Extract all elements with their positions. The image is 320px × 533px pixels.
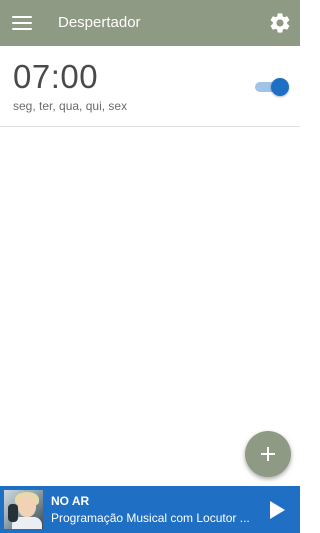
alarm-days: seg, ter, qua, qui, sex — [13, 99, 128, 113]
alarm-item[interactable]: 07:00 seg, ter, qua, qui, sex — [0, 46, 300, 127]
player-subtitle: Programação Musical com Locutor ... — [51, 511, 250, 525]
menu-icon[interactable] — [12, 14, 32, 32]
alarm-time: 07:00 — [13, 58, 99, 95]
alarm-toggle[interactable] — [255, 78, 289, 96]
page-title: Despertador — [58, 14, 141, 31]
toggle-thumb — [271, 78, 289, 96]
add-alarm-button[interactable] — [245, 431, 291, 477]
gear-icon[interactable] — [268, 11, 292, 35]
play-icon[interactable] — [268, 500, 286, 520]
player-label: NO AR — [51, 494, 90, 508]
station-thumbnail — [4, 490, 43, 529]
player-bar[interactable]: NO AR Programação Musical com Locutor ..… — [0, 486, 300, 533]
app-bar: Despertador — [0, 0, 300, 46]
